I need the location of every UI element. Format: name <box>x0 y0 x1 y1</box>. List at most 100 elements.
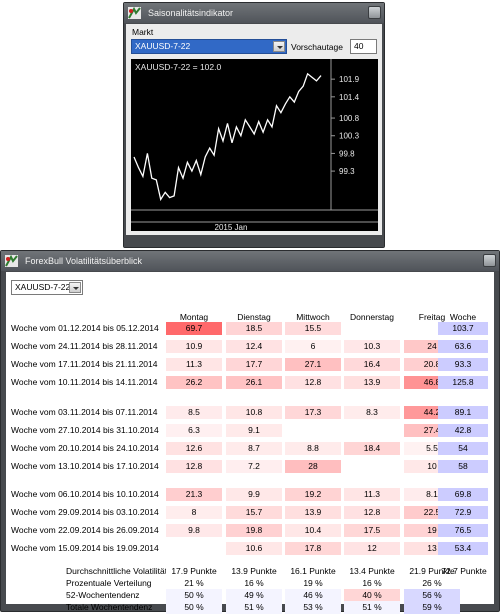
total-week-trend-cell: 51 % <box>344 601 400 614</box>
volatility-cell[interactable]: 27.1 <box>285 358 341 371</box>
volatility-cell[interactable]: 10.4 <box>285 524 341 537</box>
seasonality-title: Saisonalitätsindikator <box>148 8 234 18</box>
total-week-trend-cell: 50 % <box>166 601 222 614</box>
volatility-cell[interactable]: 11.3 <box>166 358 222 371</box>
seasonality-titlebar[interactable]: Saisonalitätsindikator <box>124 3 384 23</box>
week-total-cell[interactable]: 69.8 <box>438 488 488 501</box>
market-select-value: XAUUSD-7-22 <box>135 41 191 51</box>
total-week-trend-cell: 51 % <box>226 601 282 614</box>
volatility-cell[interactable]: 10.9 <box>166 340 222 353</box>
week-total-cell[interactable]: 103.7 <box>438 322 488 335</box>
week-total-cell[interactable]: 125.8 <box>438 376 488 389</box>
preview-days-input[interactable]: 40 <box>350 39 377 54</box>
volatility-cell[interactable]: 21.3 <box>166 488 222 501</box>
volatility-cell[interactable]: 13.9 <box>285 506 341 519</box>
volatility-cell[interactable]: 17.7 <box>226 358 282 371</box>
volatility-titlebar[interactable]: ForexBull Volatilitätsüberblick <box>1 251 499 271</box>
volatility-cell[interactable]: 12.8 <box>344 506 400 519</box>
volatility-cell[interactable]: 15.5 <box>285 322 341 335</box>
week-row-label: Woche vom 01.12.2014 bis 05.12.2014 <box>11 323 159 333</box>
volatility-cell[interactable]: 15.7 <box>226 506 282 519</box>
week-row-label: Woche vom 17.11.2014 bis 21.11.2014 <box>11 359 158 369</box>
volatility-cell[interactable]: 6 <box>285 340 341 353</box>
volatility-cell[interactable]: 28 <box>285 460 341 473</box>
volatility-cell[interactable]: 18.4 <box>344 442 400 455</box>
volatility-window: ForexBull Volatilitätsüberblick XAUUSD-7… <box>0 250 500 614</box>
volatility-cell[interactable]: 10.8 <box>226 406 282 419</box>
volatility-cell[interactable]: 17.3 <box>285 406 341 419</box>
chevron-down-icon[interactable] <box>273 41 285 52</box>
volatility-cell[interactable]: 17.8 <box>285 542 341 555</box>
total-week-trend-cell: 59 % <box>404 601 460 614</box>
y-tick-label: 99.8 <box>339 149 355 158</box>
volatility-cell[interactable] <box>344 460 400 473</box>
week-row-label: Woche vom 27.10.2014 bis 31.10.2014 <box>11 425 159 435</box>
y-tick-label: 101.9 <box>339 75 360 84</box>
volatility-cell[interactable]: 10.3 <box>344 340 400 353</box>
week-row-label: Woche vom 29.09.2014 bis 03.10.2014 <box>11 507 159 517</box>
week-total-cell[interactable]: 42.8 <box>438 424 488 437</box>
seasonality-footer <box>124 235 384 247</box>
volatility-cell[interactable]: 10.6 <box>226 542 282 555</box>
preview-days-value: 40 <box>354 41 364 51</box>
volatility-cell[interactable]: 12.6 <box>166 442 222 455</box>
volatility-cell[interactable]: 6.3 <box>166 424 222 437</box>
volatility-cell[interactable]: 19.2 <box>285 488 341 501</box>
close-button[interactable] <box>368 6 381 19</box>
y-tick-label: 101.4 <box>339 93 360 102</box>
volatility-cell[interactable]: 9.9 <box>226 488 282 501</box>
volatility-cell[interactable] <box>344 424 400 437</box>
volatility-cell[interactable]: 12.4 <box>226 340 282 353</box>
volatility-cell[interactable]: 18.5 <box>226 322 282 335</box>
volatility-cell[interactable]: 8.3 <box>344 406 400 419</box>
volatility-cell[interactable]: 12 <box>344 542 400 555</box>
volatility-market-select[interactable]: XAUUSD-7-22 <box>11 280 83 295</box>
volatility-cell[interactable]: 9.8 <box>166 524 222 537</box>
volatility-cell[interactable]: 17.5 <box>344 524 400 537</box>
volatility-cell[interactable] <box>166 542 222 555</box>
trend-52-weeks-label: 52-Wochentendenz <box>66 590 140 600</box>
x-axis-label: 2015 Jan <box>215 223 248 231</box>
day-header-0: Montag <box>179 312 209 322</box>
volatility-cell[interactable]: 13.9 <box>344 376 400 389</box>
volatility-cell[interactable]: 11.3 <box>344 488 400 501</box>
volatility-cell[interactable]: 7.2 <box>226 460 282 473</box>
week-total-cell[interactable]: 76.5 <box>438 524 488 537</box>
week-row-label: Woche vom 15.09.2014 bis 19.09.2014 <box>11 543 159 553</box>
week-total-cell[interactable]: 89.1 <box>438 406 488 419</box>
preview-days-label: Vorschautage <box>291 42 343 52</box>
week-total-cell[interactable]: 72.9 <box>438 506 488 519</box>
week-row-label: Woche vom 03.11.2014 bis 07.11.2014 <box>11 407 158 417</box>
week-row-label: Woche vom 10.11.2014 bis 14.11.2014 <box>11 377 158 387</box>
volatility-cell[interactable] <box>285 424 341 437</box>
volatility-cell[interactable]: 12.8 <box>166 460 222 473</box>
week-total-cell[interactable]: 54 <box>438 442 488 455</box>
volatility-cell[interactable]: 9.1 <box>226 424 282 437</box>
volatility-cell[interactable]: 12.8 <box>285 376 341 389</box>
week-row-label: Woche vom 13.10.2014 bis 17.10.2014 <box>11 461 159 471</box>
week-total-cell[interactable]: 53.4 <box>438 542 488 555</box>
seasonality-body: Markt XAUUSD-7-22 Vorschautage 40 XAUUSD… <box>126 24 382 235</box>
volatility-cell[interactable]: 8.7 <box>226 442 282 455</box>
week-total-cell[interactable]: 58 <box>438 460 488 473</box>
close-button[interactable] <box>483 254 496 267</box>
volatility-cell[interactable]: 26.2 <box>166 376 222 389</box>
volatility-cell[interactable]: 8.5 <box>166 406 222 419</box>
volatility-cell[interactable]: 19.8 <box>226 524 282 537</box>
week-total-cell[interactable]: 63.6 <box>438 340 488 353</box>
app-logo-icon <box>128 7 141 19</box>
market-select[interactable]: XAUUSD-7-22 <box>131 39 287 54</box>
volatility-cell[interactable]: 69.7 <box>166 322 222 335</box>
app-logo-icon <box>5 255 18 267</box>
volatility-cell[interactable]: 8 <box>166 506 222 519</box>
volatility-market-value: XAUUSD-7-22 <box>15 282 71 292</box>
volatility-cell[interactable]: 16.4 <box>344 358 400 371</box>
day-header-2: Mittwoch <box>296 312 330 322</box>
volatility-cell[interactable]: 8.8 <box>285 442 341 455</box>
volatility-cell[interactable]: 26.1 <box>226 376 282 389</box>
y-tick-label: 100.3 <box>339 132 360 141</box>
volatility-cell[interactable] <box>344 322 400 335</box>
week-total-cell[interactable]: 93.3 <box>438 358 488 371</box>
avg-volatility-week: 72.7 Punkte <box>441 566 487 576</box>
chevron-down-icon[interactable] <box>69 282 81 293</box>
